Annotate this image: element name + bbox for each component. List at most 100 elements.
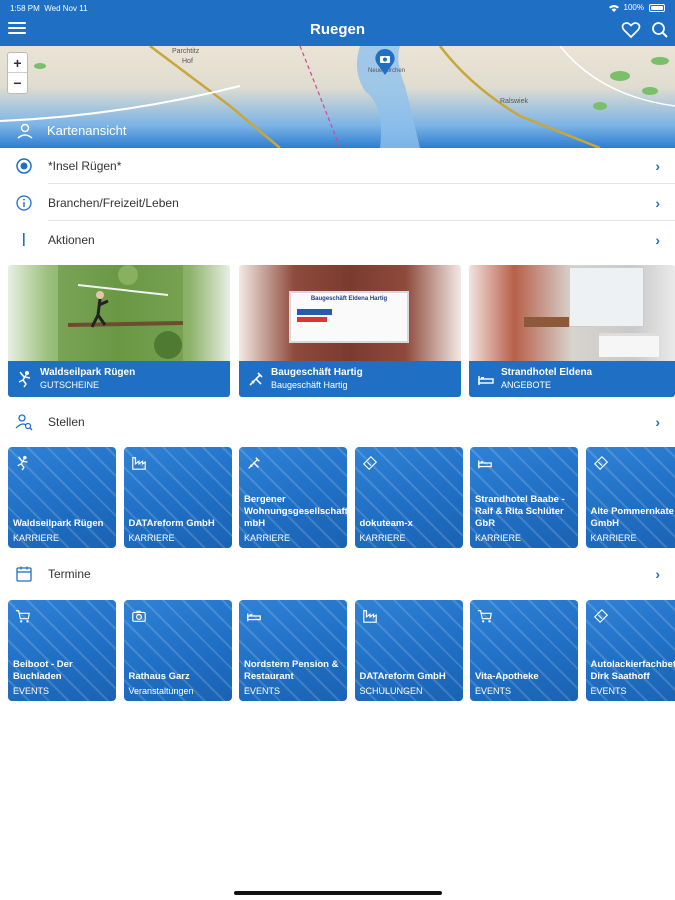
search-button[interactable] — [650, 20, 670, 40]
termine-tile[interactable]: Vita-Apotheke EVENTS — [470, 600, 578, 701]
tile-category: EVENTS — [475, 686, 512, 696]
status-right: 100% — [608, 3, 665, 12]
row-stellen[interactable]: Stellen › — [0, 404, 675, 440]
tile-name: Beiboot - Der Buchladen — [13, 659, 73, 682]
promo-card[interactable]: Baugeschäft Eldena Hartig Baugeschäft Ha… — [239, 265, 461, 397]
tile-name: Vita-Apotheke — [475, 671, 539, 682]
camera-marker-icon — [375, 49, 395, 75]
row-aktionen[interactable]: Aktionen › — [0, 222, 675, 258]
page-title: Ruegen — [309, 21, 365, 38]
promo-subtitle: GUTSCHEINE — [40, 380, 100, 390]
promo-subtitle: Baugeschäft Hartig — [271, 380, 348, 390]
termine-tile[interactable]: Autolackierfachbetrieb Dirk Saathoff EVEN… — [585, 600, 675, 701]
promo-card[interactable]: Waldseilpark Rügen GUTSCHEINE — [8, 265, 230, 397]
status-bar: 1:58 PM Wed Nov 11 100% — [0, 0, 675, 16]
stellen-tile[interactable]: Waldseilpark Rügen KARRIERE — [8, 447, 116, 548]
hotel-desk — [524, 317, 569, 327]
row-termine[interactable]: Termine › — [0, 556, 675, 592]
termine-tile[interactable]: Beiboot - Der Buchladen EVENTS — [8, 600, 116, 701]
map-person-icon — [17, 123, 33, 139]
cart-icon — [15, 610, 30, 623]
map-view-label: Kartenansicht — [47, 123, 127, 138]
tools-icon — [249, 372, 263, 386]
tile-category: EVENTS — [13, 686, 50, 696]
tile-name: Strandhotel Baabe - Ralf & Rita Schlüter… — [475, 494, 565, 529]
termine-tile[interactable]: Nordstern Pension & Restaurant EVENTS — [239, 600, 347, 701]
promo-image-climbing — [8, 265, 230, 361]
promo-info-bar: Baugeschäft Hartig Baugeschäft Hartig — [239, 361, 461, 397]
row-stellen-label: Stellen — [48, 415, 85, 429]
cart-icon — [477, 610, 492, 623]
ticket-icon — [593, 455, 608, 471]
tile-category: KARRIERE — [590, 533, 637, 543]
status-time: 1:58 PM Wed Nov 11 — [10, 4, 88, 13]
tile-category: KARRIERE — [359, 533, 406, 543]
climber-icon — [17, 455, 28, 471]
tile-name: Waldseilpark Rügen — [13, 518, 104, 529]
tile-category: EVENTS — [244, 686, 281, 696]
factory-icon — [131, 457, 146, 470]
divider — [48, 220, 675, 221]
stellen-tile[interactable]: Bergener Wohnungsgesellschaft mbH KARRIER… — [239, 447, 347, 548]
chevron-right-icon: › — [655, 158, 660, 174]
tile-name: DATAreform GmbH — [359, 671, 446, 682]
stellen-tile[interactable]: DATAreform GmbH KARRIERE — [123, 447, 232, 548]
promo-image-sign: Baugeschäft Eldena Hartig — [239, 265, 461, 361]
map-view-link[interactable]: Kartenansicht — [0, 120, 675, 148]
promo-image-hotel — [469, 265, 675, 361]
row-branchen[interactable]: Branchen/Freizeit/Leben › — [0, 185, 675, 221]
chevron-right-icon: › — [655, 414, 660, 430]
calendar-icon — [16, 566, 32, 582]
row-region[interactable]: *Insel Rügen* › — [0, 148, 675, 184]
promo-title: Strandhotel Eldena — [501, 367, 593, 378]
termine-tile[interactable]: Rathaus Garz Veranstaltungen — [123, 600, 232, 701]
tile-name: DATAreform GmbH — [128, 518, 215, 529]
zoom-out-button[interactable]: − — [8, 73, 27, 93]
factory-icon — [362, 610, 377, 623]
promo-card[interactable]: Strandhotel Eldena ANGEBOTE — [469, 265, 675, 397]
tile-category: KARRIERE — [13, 533, 60, 543]
map-zoom-control: + − — [7, 52, 28, 94]
promo-title: Waldseilpark Rügen — [40, 367, 136, 378]
stellen-tile[interactable]: dokuteam-x KARRIERE — [354, 447, 463, 548]
map-marker[interactable] — [374, 49, 396, 75]
info-icon — [16, 195, 32, 211]
zoom-in-button[interactable]: + — [8, 53, 27, 73]
promo-info-bar: Strandhotel Eldena ANGEBOTE — [469, 361, 675, 397]
chevron-right-icon: › — [655, 195, 660, 211]
tile-category: Veranstaltungen — [128, 686, 194, 696]
ticket-icon — [593, 608, 608, 624]
exclamation-icon — [23, 233, 25, 246]
map-place-label: Ralswiek — [500, 98, 529, 105]
climbing-scene-icon — [58, 265, 184, 361]
tools-icon — [248, 457, 260, 469]
row-region-label: *Insel Rügen* — [48, 159, 122, 173]
map-place-label: Parchtitz — [172, 48, 200, 55]
climber-icon — [18, 371, 31, 388]
promo-subtitle: ANGEBOTE — [501, 380, 552, 390]
favorites-button[interactable] — [621, 20, 641, 40]
sign-text: Baugeschäft Eldena Hartig — [310, 296, 388, 302]
stellen-tile[interactable]: Strandhotel Baabe - Ralf & Rita Schlüter… — [470, 447, 578, 548]
battery-icon — [649, 3, 665, 12]
row-termine-label: Termine — [48, 567, 91, 581]
row-branchen-label: Branchen/Freizeit/Leben — [48, 196, 179, 210]
tile-name: Rathaus Garz — [128, 671, 190, 682]
home-indicator[interactable] — [234, 891, 442, 895]
tile-category: KARRIERE — [244, 533, 291, 543]
search-icon — [652, 22, 668, 38]
wifi-icon — [608, 4, 619, 12]
tile-name: Autolackierfachbetrieb Dirk Saathoff — [590, 659, 675, 682]
hotel-bed — [599, 333, 659, 357]
termine-tile[interactable]: DATAreform GmbH SCHULUNGEN — [354, 600, 463, 701]
tile-category: KARRIERE — [128, 533, 175, 543]
hotel-window — [569, 267, 644, 327]
sign-board: Baugeschäft Eldena Hartig — [289, 291, 409, 343]
stellen-tile[interactable]: Alte Pommernkate GmbH KARRIERE — [585, 447, 675, 548]
bed-icon — [478, 460, 492, 469]
map-place-label: Hof — [182, 58, 193, 65]
tile-name: Bergener Wohnungsgesellschaft mbH — [244, 494, 347, 529]
divider — [48, 183, 675, 184]
tile-category: EVENTS — [590, 686, 627, 696]
chevron-right-icon: › — [655, 232, 660, 248]
